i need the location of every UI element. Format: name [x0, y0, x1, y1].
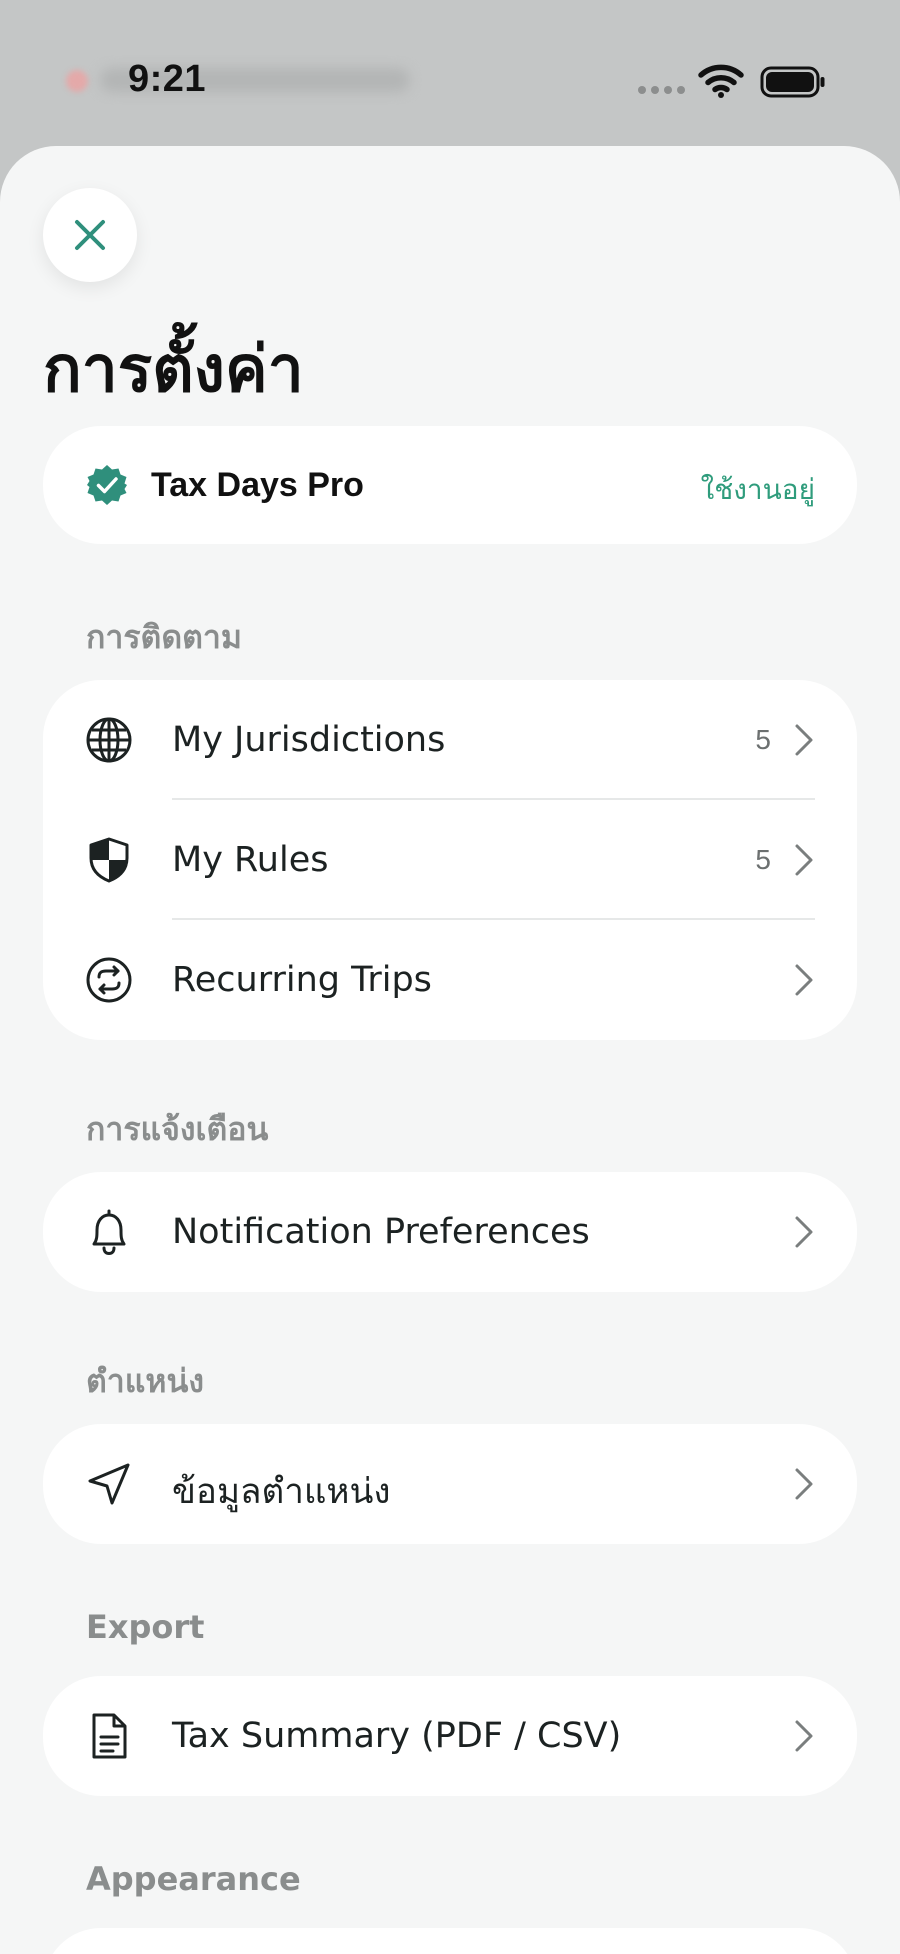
- pro-subscription-card[interactable]: Tax Days Pro ใช้งานอยู่: [43, 426, 857, 544]
- pro-status-badge: ใช้งานอยู่: [700, 473, 815, 506]
- document-icon: [92, 1713, 127, 1759]
- export-card: Tax Summary (PDF / CSV): [43, 1676, 857, 1796]
- row-recurring-trips[interactable]: Recurring Trips: [43, 920, 857, 1040]
- appearance-card[interactable]: [43, 1928, 857, 1954]
- chevron-right-icon: [795, 1216, 813, 1248]
- notifications-card: Notification Preferences: [43, 1172, 857, 1292]
- count-badge: 5: [755, 844, 771, 875]
- battery-icon: [760, 66, 825, 98]
- row-label: Tax Summary (PDF / CSV): [172, 1716, 622, 1756]
- chevron-right-icon: [795, 724, 813, 756]
- section-label-location: ตำแหน่ง: [86, 1362, 204, 1400]
- location-card: ข้อมูลตำแหน่ง: [43, 1424, 857, 1544]
- row-location-info[interactable]: ข้อมูลตำแหน่ง: [43, 1424, 857, 1544]
- close-icon: [75, 220, 105, 250]
- close-button[interactable]: [43, 188, 137, 282]
- signal-icon: [638, 86, 685, 94]
- row-tax-summary[interactable]: Tax Summary (PDF / CSV): [43, 1676, 857, 1796]
- pro-plan-name: Tax Days Pro: [151, 466, 364, 504]
- row-label: Notification Preferences: [172, 1212, 590, 1252]
- status-time: 9:21: [128, 58, 207, 100]
- chevron-right-icon: [795, 1720, 813, 1752]
- status-bar: 9:21: [0, 0, 900, 146]
- chevron-right-icon: [795, 964, 813, 996]
- section-label-notifications: การแจ้งเตือน: [86, 1110, 269, 1148]
- section-label-appearance: Appearance: [86, 1860, 301, 1898]
- row-label: My Jurisdictions: [172, 720, 446, 760]
- verified-badge-icon: [87, 465, 127, 505]
- tracking-card: My Jurisdictions 5 My Rules 5 Recurring …: [43, 680, 857, 1040]
- row-label: My Rules: [172, 840, 329, 880]
- blurred-notification-dot: [66, 70, 88, 92]
- repeat-icon: [86, 957, 132, 1003]
- globe-icon: [86, 717, 132, 763]
- section-label-tracking: การติดตาม: [86, 618, 242, 656]
- row-notification-preferences[interactable]: Notification Preferences: [43, 1172, 857, 1292]
- row-my-jurisdictions[interactable]: My Jurisdictions 5: [43, 680, 857, 800]
- page-title: การตั้งค่า: [43, 333, 304, 407]
- wifi-icon: [698, 64, 744, 98]
- row-label: ข้อมูลตำแหน่ง: [172, 1472, 391, 1512]
- navigation-arrow-icon: [88, 1463, 130, 1505]
- chevron-right-icon: [795, 844, 813, 876]
- row-my-rules[interactable]: My Rules 5: [43, 800, 857, 920]
- shield-icon: [89, 837, 129, 883]
- settings-sheet: การตั้งค่า Tax Days Pro ใช้งานอยู่ การติ…: [0, 146, 900, 1954]
- count-badge: 5: [755, 724, 771, 755]
- section-label-export: Export: [86, 1608, 205, 1646]
- row-label: Recurring Trips: [172, 960, 432, 1000]
- bell-icon: [92, 1209, 126, 1256]
- chevron-right-icon: [795, 1468, 813, 1500]
